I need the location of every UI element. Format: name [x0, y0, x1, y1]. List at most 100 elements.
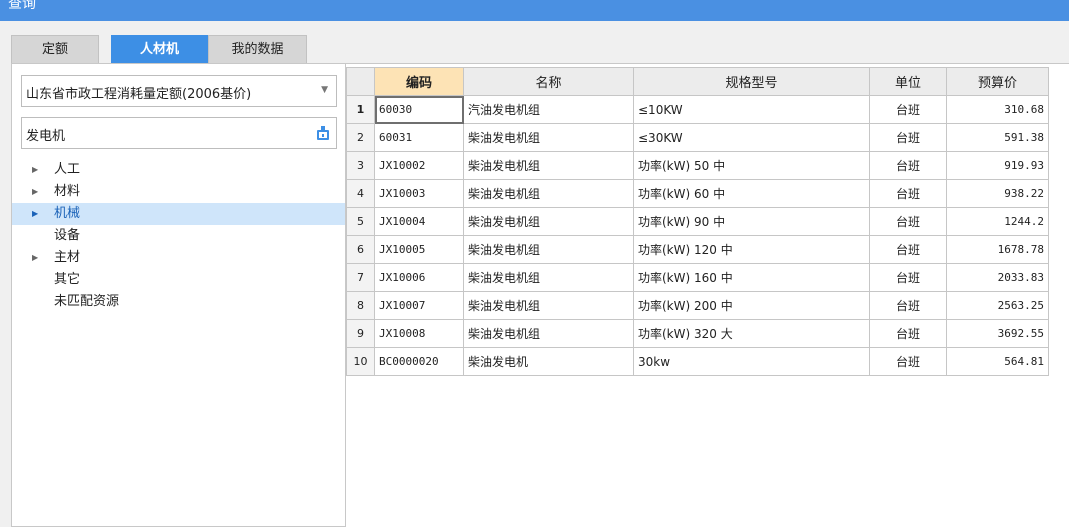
cell-unit[interactable]: 台班 [869, 291, 947, 320]
chevron-down-icon[interactable]: ▼ [321, 85, 328, 95]
table-row[interactable]: 7 JX10006 柴油发电机组 功率(kW) 160 中 台班 2033.83 [346, 263, 1049, 292]
cell-unit[interactable]: 台班 [869, 151, 947, 180]
cell-unit[interactable]: 台班 [869, 207, 947, 236]
cell-spec[interactable]: 功率(kW) 120 中 [633, 235, 870, 264]
row-number[interactable]: 1 [346, 95, 375, 124]
cell-code[interactable]: JX10005 [374, 235, 464, 264]
row-number[interactable]: 9 [346, 319, 375, 348]
cell-price[interactable]: 564.81 [946, 347, 1049, 376]
cell-price[interactable]: 591.38 [946, 123, 1049, 152]
cell-code[interactable]: JX10002 [374, 151, 464, 180]
cell-code[interactable]: JX10008 [374, 319, 464, 348]
cell-unit[interactable]: 台班 [869, 95, 947, 124]
category-tree: ▶ 人工 ▶ 材料 ▶ 机械 设备 ▶ 主材 其它 未匹配资源 [12, 159, 345, 313]
resource-panel: 山东省市政工程消耗量定额(2006基价) ▼ 发电机 ▶ 人工 ▶ 材料 ▶ 机… [11, 63, 346, 527]
tree-item-machinery[interactable]: ▶ 机械 [12, 203, 345, 225]
cell-name[interactable]: 柴油发电机组 [463, 235, 634, 264]
cell-name[interactable]: 柴油发电机组 [463, 263, 634, 292]
column-header-price[interactable]: 预算价 [946, 67, 1049, 96]
cell-code[interactable]: BC0000020 [374, 347, 464, 376]
row-number[interactable]: 7 [346, 263, 375, 292]
search-input[interactable]: 发电机 [21, 117, 337, 149]
cell-name[interactable]: 柴油发电机组 [463, 319, 634, 348]
cell-spec[interactable]: 功率(kW) 60 中 [633, 179, 870, 208]
tree-item-other[interactable]: 其它 [12, 269, 345, 291]
library-select[interactable]: 山东省市政工程消耗量定额(2006基价) ▼ [21, 75, 337, 107]
tree-item-unmatched[interactable]: 未匹配资源 [12, 291, 345, 313]
cell-name[interactable]: 柴油发电机 [463, 347, 634, 376]
cell-unit[interactable]: 台班 [869, 347, 947, 376]
tree-item-material[interactable]: ▶ 材料 [12, 181, 345, 203]
table-row[interactable]: 1 60030 汽油发电机组 ≤10KW 台班 310.68 [346, 95, 1049, 124]
table-row[interactable]: 2 60031 柴油发电机组 ≤30KW 台班 591.38 [346, 123, 1049, 152]
cell-name[interactable]: 柴油发电机组 [463, 291, 634, 320]
tree-item-label: 材料 [54, 184, 81, 199]
cell-code[interactable]: 60031 [374, 123, 464, 152]
cell-price[interactable]: 310.68 [946, 95, 1049, 124]
cell-unit[interactable]: 台班 [869, 319, 947, 348]
cell-code[interactable]: JX10003 [374, 179, 464, 208]
tab-labor-material-machine[interactable]: 人材机 [111, 35, 208, 63]
cell-spec[interactable]: 功率(kW) 90 中 [633, 207, 870, 236]
row-number[interactable]: 4 [346, 179, 375, 208]
table-row[interactable]: 3 JX10002 柴油发电机组 功率(kW) 50 中 台班 919.93 [346, 151, 1049, 180]
column-header-spec[interactable]: 规格型号 [633, 67, 870, 96]
tree-item-main-material[interactable]: ▶ 主材 [12, 247, 345, 269]
row-number-header[interactable] [346, 67, 375, 96]
cell-unit[interactable]: 台班 [869, 179, 947, 208]
search-input-value: 发电机 [26, 129, 66, 144]
table-row[interactable]: 8 JX10007 柴油发电机组 功率(kW) 200 中 台班 2563.25 [346, 291, 1049, 320]
cell-unit[interactable]: 台班 [869, 235, 947, 264]
cell-code[interactable]: JX10006 [374, 263, 464, 292]
tab-my-data[interactable]: 我的数据 [208, 35, 307, 63]
cell-unit[interactable]: 台班 [869, 263, 947, 292]
cell-spec[interactable]: ≤10KW [633, 95, 870, 124]
table-row[interactable]: 4 JX10003 柴油发电机组 功率(kW) 60 中 台班 938.22 [346, 179, 1049, 208]
cell-spec[interactable]: 功率(kW) 200 中 [633, 291, 870, 320]
cell-name[interactable]: 柴油发电机组 [463, 207, 634, 236]
cell-price[interactable]: 3692.55 [946, 319, 1049, 348]
row-number[interactable]: 6 [346, 235, 375, 264]
row-number[interactable]: 10 [346, 347, 375, 376]
table-row[interactable]: 10 BC0000020 柴油发电机 30kw 台班 564.81 [346, 347, 1049, 376]
table-row[interactable]: 9 JX10008 柴油发电机组 功率(kW) 320 大 台班 3692.55 [346, 319, 1049, 348]
cell-spec[interactable]: 30kw [633, 347, 870, 376]
cell-price[interactable]: 2033.83 [946, 263, 1049, 292]
tree-item-labor[interactable]: ▶ 人工 [12, 159, 345, 181]
row-number[interactable]: 3 [346, 151, 375, 180]
cell-name[interactable]: 柴油发电机组 [463, 151, 634, 180]
cell-spec[interactable]: 功率(kW) 50 中 [633, 151, 870, 180]
row-number[interactable]: 5 [346, 207, 375, 236]
table-row[interactable]: 6 JX10005 柴油发电机组 功率(kW) 120 中 台班 1678.78 [346, 235, 1049, 264]
caret-right-icon[interactable]: ▶ [32, 181, 38, 203]
row-number[interactable]: 2 [346, 123, 375, 152]
cell-code[interactable]: JX10004 [374, 207, 464, 236]
cell-price[interactable]: 1244.2 [946, 207, 1049, 236]
row-number[interactable]: 8 [346, 291, 375, 320]
search-book-icon[interactable] [316, 125, 330, 141]
column-header-name[interactable]: 名称 [463, 67, 634, 96]
cell-name[interactable]: 柴油发电机组 [463, 123, 634, 152]
table-row[interactable]: 5 JX10004 柴油发电机组 功率(kW) 90 中 台班 1244.2 [346, 207, 1049, 236]
cell-spec[interactable]: ≤30KW [633, 123, 870, 152]
tree-item-equipment[interactable]: 设备 [12, 225, 345, 247]
cell-unit[interactable]: 台班 [869, 123, 947, 152]
cell-price[interactable]: 919.93 [946, 151, 1049, 180]
caret-right-icon[interactable]: ▶ [32, 203, 38, 225]
cell-name[interactable]: 汽油发电机组 [463, 95, 634, 124]
tab-quota[interactable]: 定额 [11, 35, 99, 63]
cell-price[interactable]: 938.22 [946, 179, 1049, 208]
tree-item-label: 未匹配资源 [54, 294, 120, 309]
cell-spec[interactable]: 功率(kW) 320 大 [633, 319, 870, 348]
cell-code[interactable]: JX10007 [374, 291, 464, 320]
cell-price[interactable]: 2563.25 [946, 291, 1049, 320]
cell-price[interactable]: 1678.78 [946, 235, 1049, 264]
cell-code[interactable]: 60030 [374, 95, 464, 124]
cell-spec[interactable]: 功率(kW) 160 中 [633, 263, 870, 292]
library-select-value: 山东省市政工程消耗量定额(2006基价) [26, 87, 252, 102]
caret-right-icon[interactable]: ▶ [32, 247, 38, 269]
caret-right-icon[interactable]: ▶ [32, 159, 38, 181]
cell-name[interactable]: 柴油发电机组 [463, 179, 634, 208]
column-header-unit[interactable]: 单位 [869, 67, 947, 96]
column-header-code[interactable]: 编码 [374, 67, 464, 96]
